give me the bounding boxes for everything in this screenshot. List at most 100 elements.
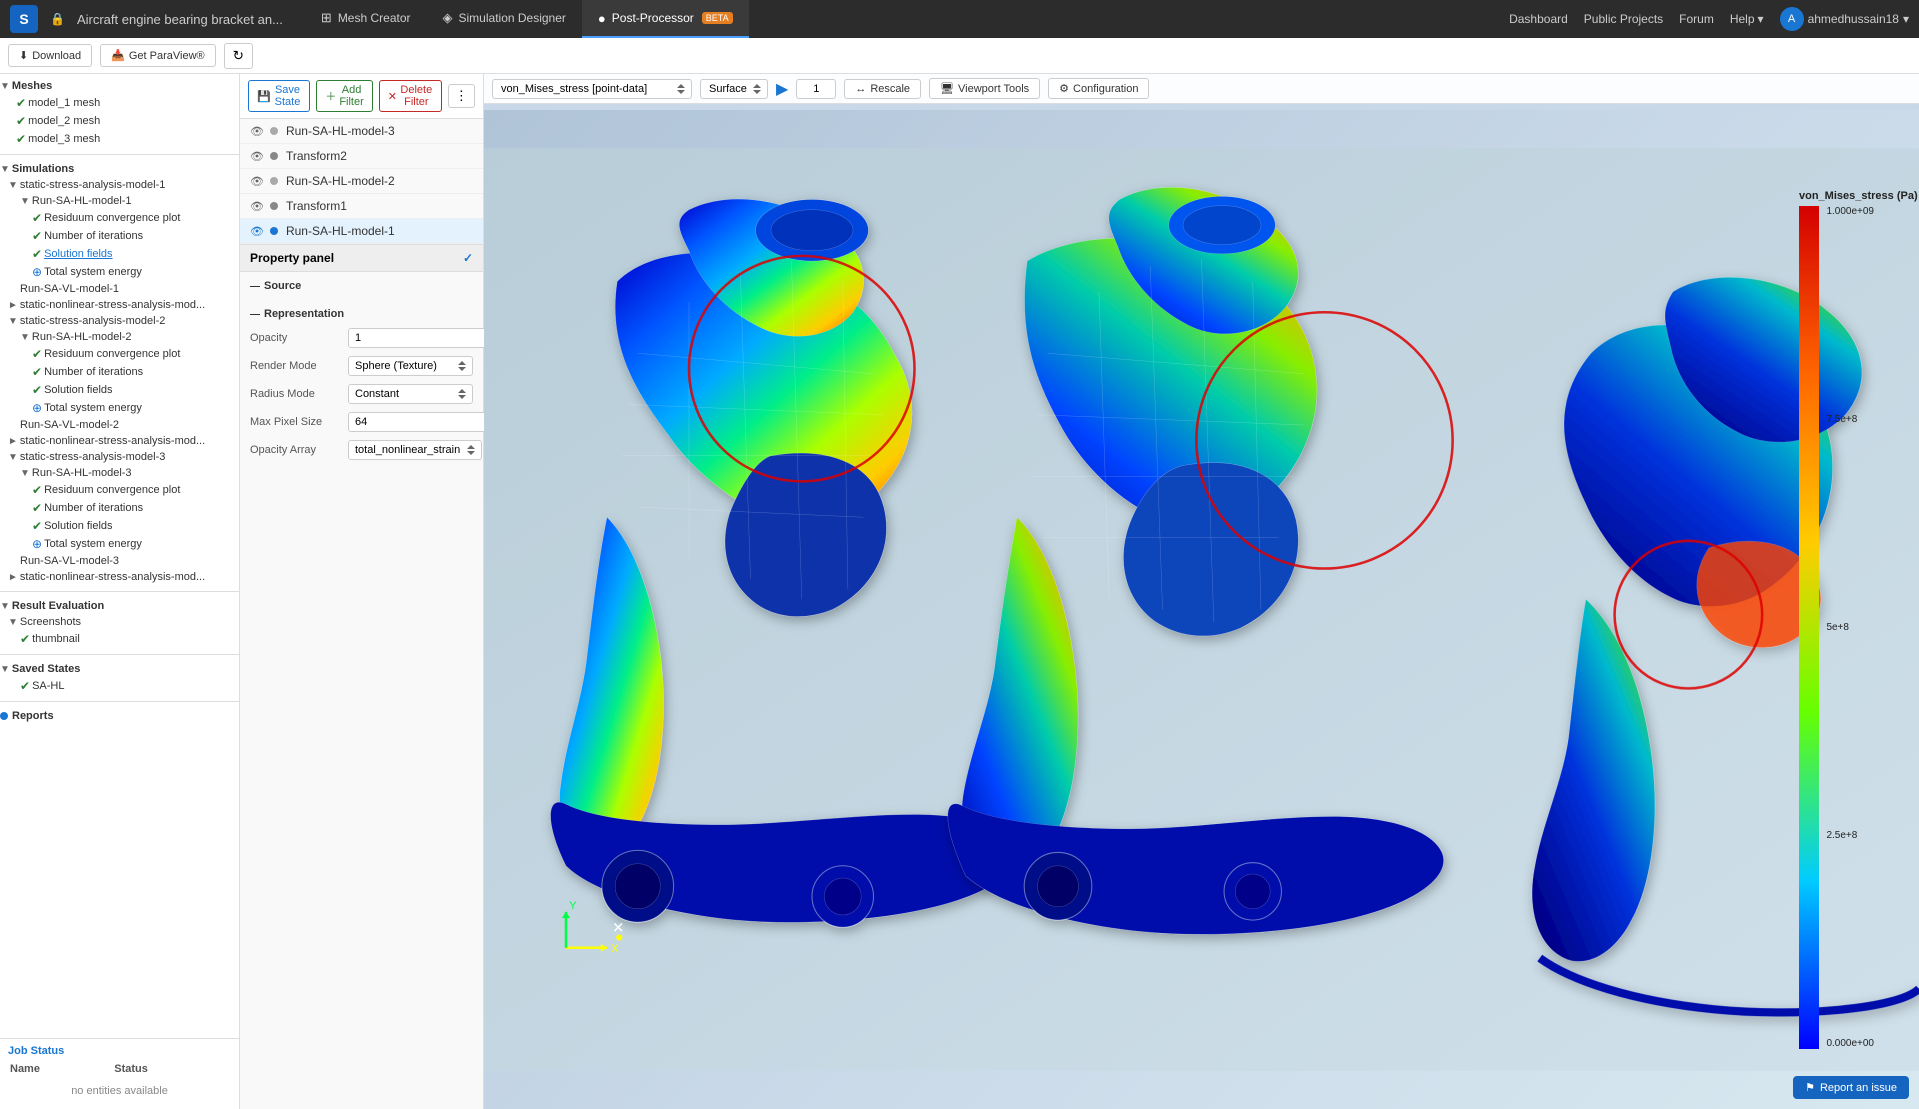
reports-header[interactable]: Reports: [0, 708, 239, 724]
middle-panel: 💾 Save State ＋ Add Filter ✕ Delete Filte…: [240, 74, 484, 1109]
collapse-icon: —: [250, 309, 260, 320]
rescale-button[interactable]: ↔ Rescale: [844, 79, 921, 99]
user-menu[interactable]: A ahmedhussain18 ▾: [1780, 7, 1909, 31]
sim-item-iterations1[interactable]: ✔ Number of iterations: [0, 227, 239, 245]
checkmark-icon: ✓: [463, 251, 473, 265]
mesh-visualization: X Y ✕ von_Mises_stress (Pa) 1.000e+09: [484, 110, 1919, 1109]
sim-item-solution1[interactable]: ✔ Solution fields: [0, 245, 239, 263]
paraview-button[interactable]: 📥 Get ParaView®: [100, 44, 215, 67]
sim-item-energy2[interactable]: ⊕ Total system energy: [0, 399, 239, 417]
source-section: — Source: [240, 272, 483, 300]
sim-item-sa1[interactable]: ▼ static-stress-analysis-model-1: [0, 177, 239, 193]
public-projects-link[interactable]: Public Projects: [1584, 12, 1663, 26]
plus-icon: ⊕: [32, 537, 42, 551]
sim-item-solution3[interactable]: ✔ Solution fields: [0, 517, 239, 535]
sim-item-iterations3[interactable]: ✔ Number of iterations: [0, 499, 239, 517]
surface-selector[interactable]: Surface: [700, 79, 768, 99]
pipeline-item-3[interactable]: 👁 Run-SA-HL-model-2: [240, 169, 483, 194]
result-evaluation-section: ▼ Result Evaluation ▼ Screenshots ✔ thum…: [0, 594, 239, 652]
tab-simulation-designer[interactable]: ◈ Simulation Designer: [427, 0, 582, 38]
render-mode-select[interactable]: Sphere (Texture) Sphere Point Gaussian S…: [348, 356, 473, 376]
eye-icon: 👁: [250, 200, 264, 213]
delete-filter-button[interactable]: ✕ Delete Filter: [379, 80, 442, 112]
sim-item-sa2[interactable]: ▼ static-stress-analysis-model-2: [0, 313, 239, 329]
options-button[interactable]: ⋮: [448, 84, 475, 108]
sim-item-energy1[interactable]: ⊕ Total system energy: [0, 263, 239, 281]
tab-post-processor[interactable]: ● Post-Processor BETA: [582, 0, 749, 38]
sim-item-run-hl2[interactable]: ▼ Run-SA-HL-model-2: [0, 329, 239, 345]
report-issue-button[interactable]: ⚑ Report an issue: [1793, 1076, 1909, 1099]
eye-icon: 👁: [250, 150, 264, 163]
mesh-item-3[interactable]: ✔ model_3 mesh: [0, 130, 239, 148]
sim-item-iterations2[interactable]: ✔ Number of iterations: [0, 363, 239, 381]
render-mode-row: Render Mode Sphere (Texture) Sphere Poin…: [240, 352, 483, 380]
opacity-array-select[interactable]: total_nonlinear_strain von_Mises_stress …: [348, 440, 482, 460]
refresh-button[interactable]: ↻: [224, 43, 253, 69]
saved-states-section: ▼ Saved States ✔ SA-HL: [0, 657, 239, 699]
svg-text:X: X: [611, 943, 619, 955]
add-filter-button[interactable]: ＋ Add Filter: [316, 80, 372, 112]
check-icon: ✔: [32, 247, 42, 261]
sim-item-run-hl3[interactable]: ▼ Run-SA-HL-model-3: [0, 465, 239, 481]
source-section-title[interactable]: — Source: [240, 276, 483, 296]
saved-states-header[interactable]: ▼ Saved States: [0, 661, 239, 677]
viewport-tools-button[interactable]: 🖥 Viewport Tools: [929, 78, 1040, 99]
pipeline-item-4[interactable]: 👁 Transform1: [240, 194, 483, 219]
post-icon: ●: [598, 11, 606, 26]
download-button[interactable]: ⬇ Download: [8, 44, 92, 67]
sim-item-residuum1[interactable]: ✔ Residuum convergence plot: [0, 209, 239, 227]
check-icon: ✔: [32, 519, 42, 533]
property-panel-header[interactable]: Property panel ✓: [240, 245, 483, 272]
field-selector[interactable]: von_Mises_stress [point-data]: [492, 79, 692, 99]
radius-mode-select[interactable]: Constant Scalar Vector: [348, 384, 473, 404]
save-state-button[interactable]: 💾 Save State: [248, 80, 310, 112]
sim-item-snl2[interactable]: ► static-nonlinear-stress-analysis-mod..…: [0, 433, 239, 449]
check-icon: ✔: [32, 365, 42, 379]
help-menu[interactable]: Help ▾: [1730, 12, 1764, 26]
pipeline-item-2[interactable]: 👁 Transform2: [240, 144, 483, 169]
opacity-input[interactable]: [348, 328, 504, 348]
tab-mesh-creator[interactable]: ⊞ Mesh Creator: [305, 0, 427, 38]
reports-section: Reports: [0, 704, 239, 728]
mesh-item-2[interactable]: ✔ model_2 mesh: [0, 112, 239, 130]
sim-item-snl3[interactable]: ► static-nonlinear-stress-analysis-mod..…: [0, 569, 239, 585]
saved-state-sa-hl[interactable]: ✔ SA-HL: [0, 677, 239, 695]
check-icon: ✔: [16, 114, 26, 128]
pipeline-item-5[interactable]: 👁 Run-SA-HL-model-1: [240, 219, 483, 244]
sim-item-run-hl1[interactable]: ▼ Run-SA-HL-model-1: [0, 193, 239, 209]
screenshots-item[interactable]: ▼ Screenshots: [0, 614, 239, 630]
forum-link[interactable]: Forum: [1679, 12, 1714, 26]
result-evaluation-header[interactable]: ▼ Result Evaluation: [0, 598, 239, 614]
add-icon: ＋: [325, 88, 336, 104]
dashboard-link[interactable]: Dashboard: [1509, 12, 1568, 26]
radius-mode-row: Radius Mode Constant Scalar Vector: [240, 380, 483, 408]
configuration-button[interactable]: ⚙ Configuration: [1048, 78, 1149, 99]
pipeline-item-1[interactable]: 👁 Run-SA-HL-model-3: [240, 119, 483, 144]
sim-item-energy3[interactable]: ⊕ Total system energy: [0, 535, 239, 553]
sim-item-solution2[interactable]: ✔ Solution fields: [0, 381, 239, 399]
sim-item-vl2[interactable]: Run-SA-VL-model-2: [0, 417, 239, 433]
sim-item-sa3[interactable]: ▼ static-stress-analysis-model-3: [0, 449, 239, 465]
check-icon: ✔: [32, 229, 42, 243]
options-icon: ⋮: [455, 88, 468, 103]
sim-item-vl3[interactable]: Run-SA-VL-model-3: [0, 553, 239, 569]
sim-item-residuum2[interactable]: ✔ Residuum convergence plot: [0, 345, 239, 363]
sim-item-residuum3[interactable]: ✔ Residuum convergence plot: [0, 481, 239, 499]
sim-item-vl1[interactable]: Run-SA-VL-model-1: [0, 281, 239, 297]
meshes-header[interactable]: ▼ Meshes: [0, 78, 239, 94]
simulations-header[interactable]: ▼ Simulations: [0, 161, 239, 177]
representation-section-title[interactable]: — Representation: [240, 304, 483, 324]
check-icon: ✔: [32, 501, 42, 515]
left-sidebar: ▼ Meshes ✔ model_1 mesh ✔ model_2 mesh ✔…: [0, 74, 240, 1109]
mesh-item-1[interactable]: ✔ model_1 mesh: [0, 94, 239, 112]
thumbnail-item[interactable]: ✔ thumbnail: [0, 630, 239, 648]
avatar: A: [1780, 7, 1804, 31]
check-icon: ✔: [32, 211, 42, 225]
eye-icon: 👁: [250, 225, 264, 238]
status-dot: [270, 202, 278, 210]
play-button[interactable]: ▶: [776, 79, 788, 99]
frame-number-input[interactable]: [796, 79, 836, 99]
sim-item-snl1[interactable]: ► static-nonlinear-stress-analysis-mod..…: [0, 297, 239, 313]
max-pixel-size-input[interactable]: [348, 412, 504, 432]
property-panel: Property panel ✓ — Source — Representati…: [240, 244, 483, 468]
